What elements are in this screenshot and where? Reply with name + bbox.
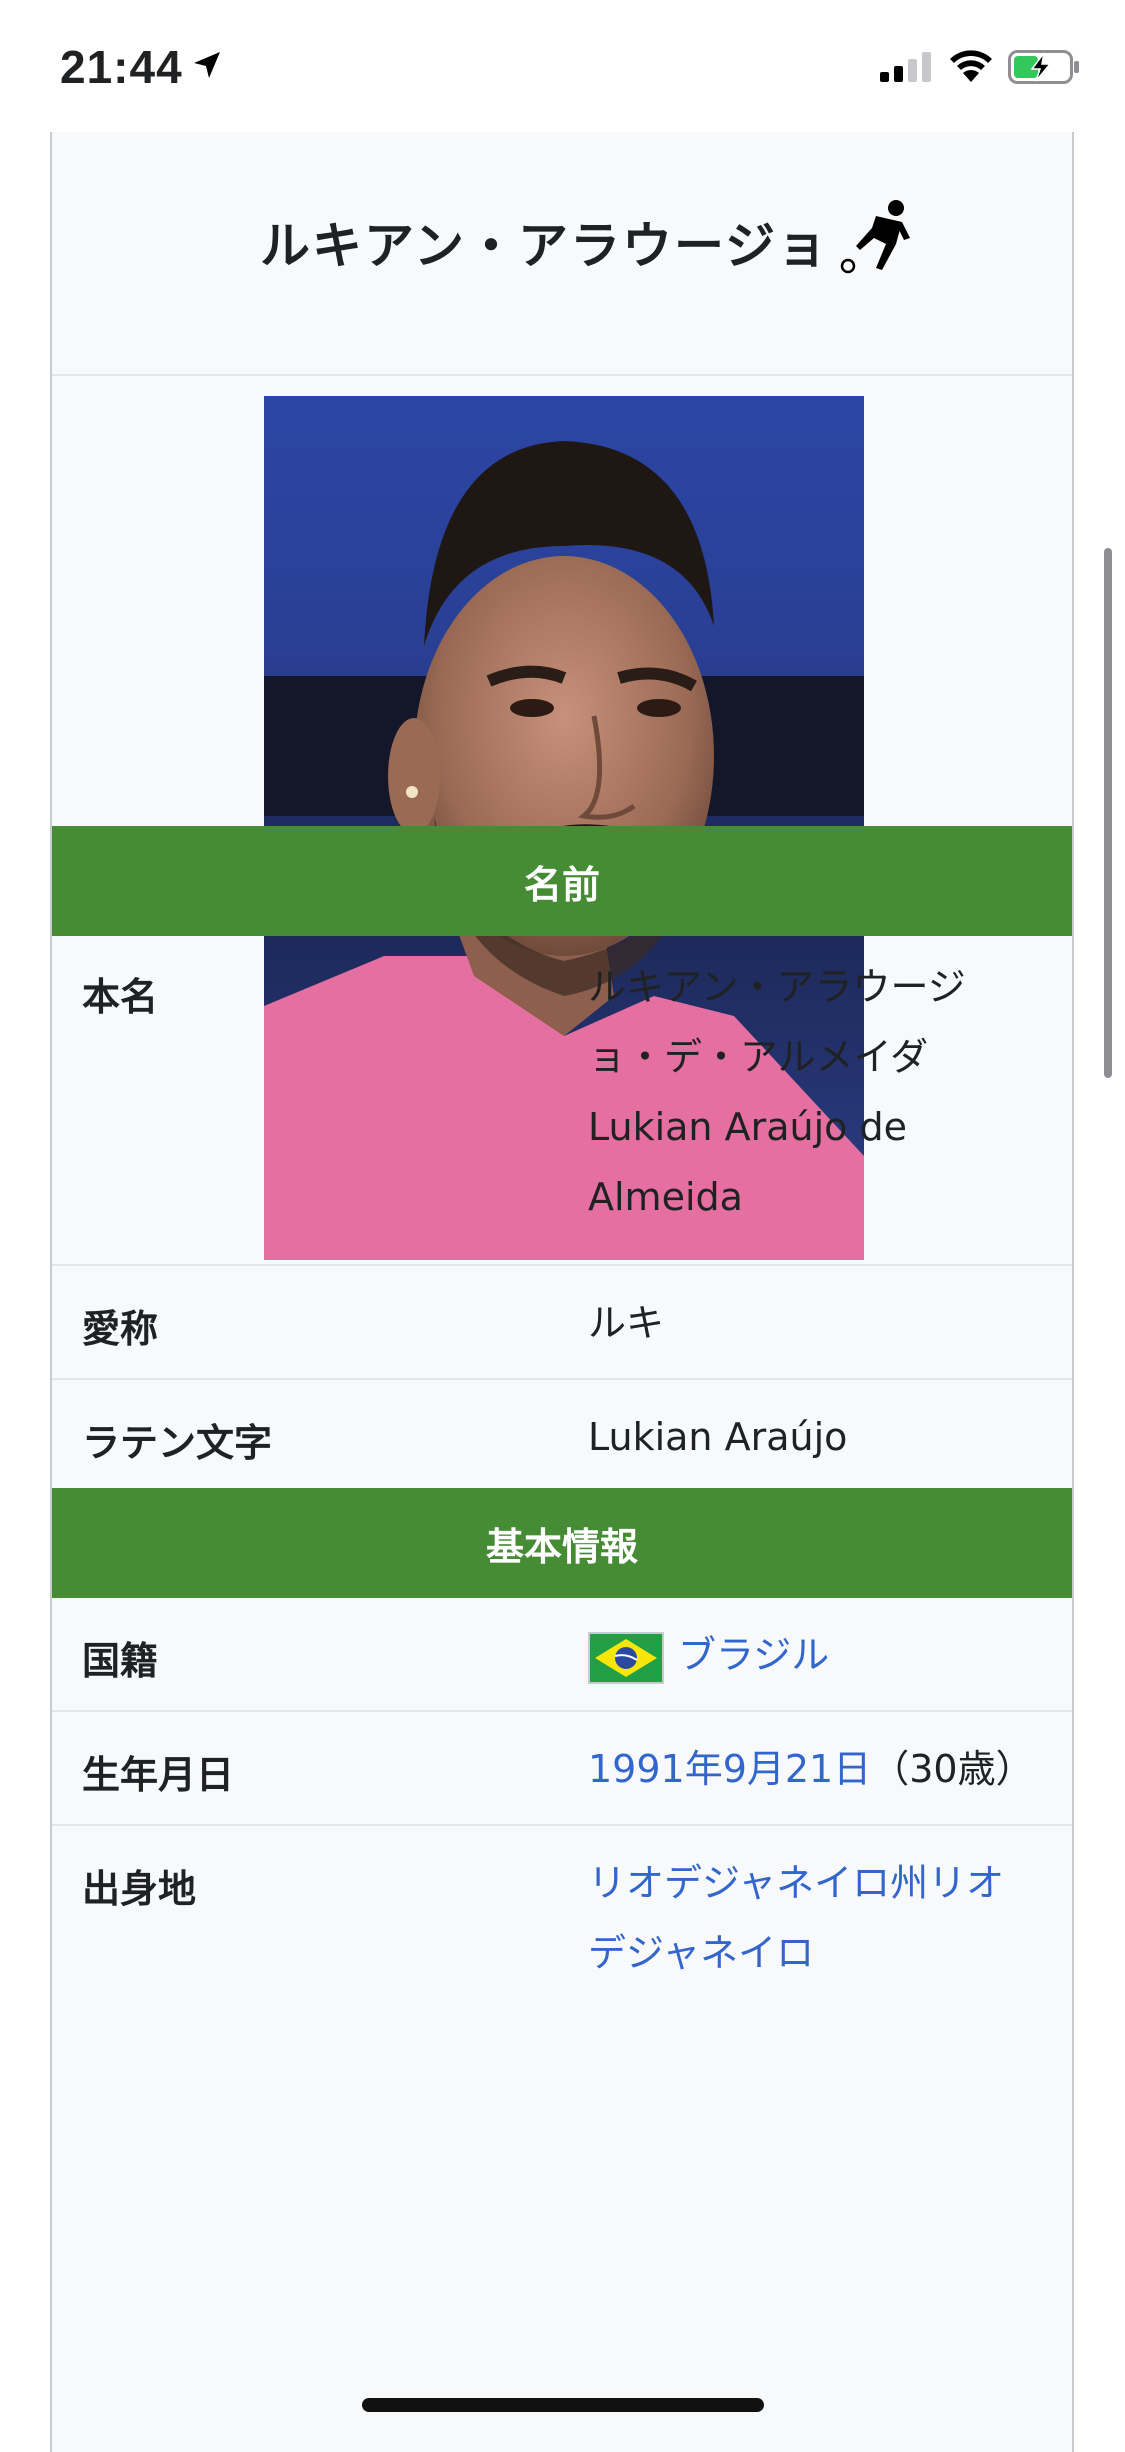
- row-birth-date: 生年月日 1991年9月21日（30歳）: [52, 1712, 1072, 1826]
- age-text: （30歳）: [871, 1747, 1034, 1791]
- wifi-icon: [950, 50, 992, 82]
- location-arrow-icon: [194, 52, 220, 78]
- real-name-line: Lukian Araújo de: [588, 1105, 907, 1149]
- brazil-flag-icon: [588, 1631, 664, 1684]
- row-value-nationality: ブラジル: [588, 1620, 1048, 1690]
- birth-date-link[interactable]: 1991年9月21日: [588, 1747, 871, 1791]
- row-label-birth-date: 生年月日: [82, 1753, 235, 1797]
- row-value-nickname: ルキ: [588, 1301, 665, 1345]
- section-header-basic-info: 基本情報: [52, 1488, 1072, 1598]
- row-label-nationality: 国籍: [82, 1639, 159, 1683]
- row-latin-name: ラテン文字 Lukian Araújo: [52, 1380, 1072, 1494]
- birthplace-link[interactable]: デジャネイロ: [588, 1918, 1058, 1988]
- home-indicator[interactable]: [362, 2398, 764, 2412]
- birthplace-link[interactable]: リオデジャネイロ州リオ: [588, 1848, 1058, 1918]
- status-bar: 21:44: [0, 0, 1125, 132]
- row-real-name: 本名 ルキアン・アラウージ ョ・デ・アルメイダ Lukian Araújo de…: [52, 936, 1072, 1266]
- real-name-line: ョ・デ・アルメイダ: [588, 1035, 929, 1079]
- row-value-birthplace: リオデジャネイロ州リオ デジャネイロ: [588, 1848, 1058, 1988]
- infobox-title: ルキアン・アラウージョ: [260, 217, 829, 275]
- infobox-title-row: ルキアン・アラウージョ: [52, 132, 1072, 376]
- row-label-nickname: 愛称: [82, 1307, 159, 1351]
- battery-charging-icon: [1008, 50, 1079, 84]
- football-player-icon: [840, 200, 910, 274]
- infobox: ルキアン・アラウージョ 名前 本名 ルキアン・アラウージ ョ・デ・アルメイダ L…: [50, 132, 1074, 2452]
- row-nickname: 愛称 ルキ: [52, 1266, 1072, 1380]
- row-value-real-name: ルキアン・アラウージ ョ・デ・アルメイダ Lukian Araújo de Al…: [588, 952, 1048, 1232]
- row-value-birth-date: 1991年9月21日（30歳）: [588, 1734, 1068, 1804]
- row-nationality: 国籍 ブラジル: [52, 1598, 1072, 1712]
- row-birthplace: 出身地 リオデジャネイロ州リオ デジャネイロ: [52, 1826, 1072, 2066]
- row-label-real-name: 本名: [82, 975, 159, 1019]
- scrollbar[interactable]: [1104, 548, 1112, 1078]
- real-name-line: ルキアン・アラウージ: [588, 965, 966, 1009]
- row-label-latin-name: ラテン文字: [82, 1421, 273, 1465]
- nationality-link[interactable]: ブラジル: [678, 1633, 829, 1677]
- section-header-name: 名前: [52, 826, 1072, 936]
- row-value-latin-name: Lukian Araújo: [588, 1415, 848, 1459]
- status-time: 21:44: [60, 41, 183, 93]
- cellular-signal-icon: [880, 52, 931, 82]
- row-label-birthplace: 出身地: [82, 1867, 197, 1911]
- real-name-line: Almeida: [588, 1175, 743, 1219]
